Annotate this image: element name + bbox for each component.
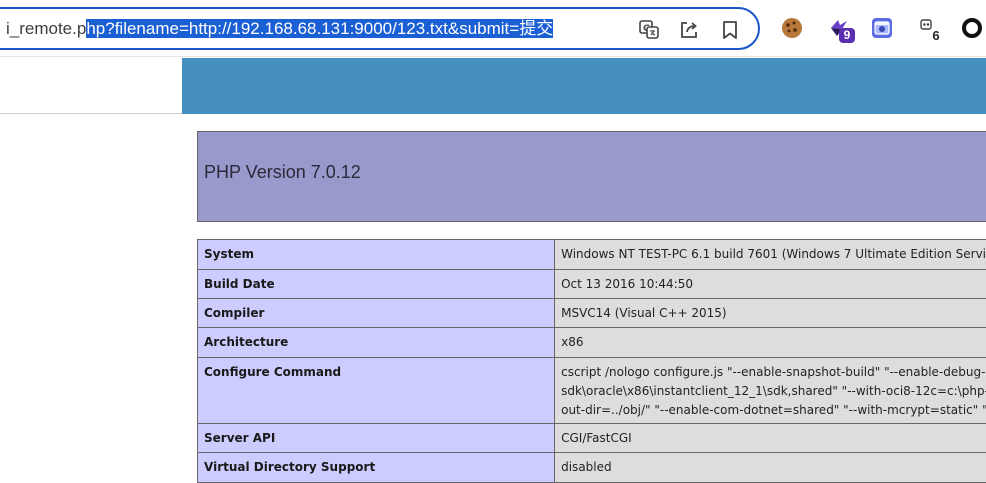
address-bar[interactable]: i_remote.php?filename=http://192.168.68.…: [0, 7, 760, 50]
row-value: CGI/FastCGI: [555, 424, 986, 453]
table-row: Server API CGI/FastCGI: [198, 424, 986, 453]
php-version-title: PHP Version 7.0.12: [204, 162, 361, 183]
php-version-header: PHP Version 7.0.12: [197, 131, 986, 222]
table-row: Configure Command cscript /nologo config…: [198, 358, 986, 424]
row-key: Build Date: [198, 270, 555, 299]
row-key: Architecture: [198, 328, 555, 358]
row-value: MSVC14 (Visual C++ 2015): [555, 299, 986, 328]
row-value: Windows NT TEST-PC 6.1 build 7601 (Windo…: [555, 240, 986, 270]
mascot-extension-icon[interactable]: 6: [917, 16, 941, 40]
url-unselected-text: i_remote.p: [6, 19, 86, 38]
value-line: CGI/FastCGI: [561, 429, 986, 448]
table-row: Compiler MSVC14 (Visual C++ 2015): [198, 299, 986, 328]
puzzle-extension-icon[interactable]: 9: [828, 16, 852, 40]
url-selected-text: hp?filename=http://192.168.68.131:9000/1…: [86, 19, 553, 38]
table-row: Build Date Oct 13 2016 10:44:50: [198, 270, 986, 299]
extension-badge-count: 6: [928, 28, 944, 43]
row-key: System: [198, 240, 555, 270]
value-line: cscript /nologo configure.js "--enable-s…: [561, 363, 986, 382]
row-key: Configure Command: [198, 358, 555, 424]
address-url[interactable]: i_remote.php?filename=http://192.168.68.…: [6, 18, 553, 40]
translate-icon[interactable]: G: [638, 19, 660, 41]
value-line: Oct 13 2016 10:44:50: [561, 275, 986, 294]
browser-toolbar: i_remote.php?filename=http://192.168.68.…: [0, 0, 986, 57]
bookmark-icon[interactable]: [719, 19, 741, 41]
value-line: out-dir=../obj/" "--enable-com-dotnet=sh…: [561, 401, 986, 420]
row-key: Virtual Directory Support: [198, 453, 555, 483]
value-line: x86: [561, 333, 986, 352]
window-extension-icon[interactable]: [870, 16, 894, 40]
table-row: System Windows NT TEST-PC 6.1 build 7601…: [198, 240, 986, 270]
table-row: Virtual Directory Support disabled: [198, 453, 986, 483]
value-line: Windows NT TEST-PC 6.1 build 7601 (Windo…: [561, 245, 986, 264]
row-value: x86: [555, 328, 986, 358]
left-divider: [0, 113, 182, 114]
row-value: disabled: [555, 453, 986, 483]
cookie-extension-icon[interactable]: [780, 16, 804, 40]
php-info-table: System Windows NT TEST-PC 6.1 build 7601…: [197, 239, 986, 483]
row-key: Compiler: [198, 299, 555, 328]
row-value: cscript /nologo configure.js "--enable-s…: [555, 358, 986, 424]
row-key: Server API: [198, 424, 555, 453]
extension-badge-count: 9: [839, 28, 855, 43]
value-line: disabled: [561, 458, 986, 477]
page-header-bar: [182, 58, 986, 114]
table-row: Architecture x86: [198, 328, 986, 358]
share-icon[interactable]: [678, 19, 700, 41]
circle-extension-icon[interactable]: [960, 16, 984, 40]
row-value: Oct 13 2016 10:44:50: [555, 270, 986, 299]
value-line: sdk\oracle\x86\instantclient_12_1\sdk,sh…: [561, 382, 986, 401]
value-line: MSVC14 (Visual C++ 2015): [561, 304, 986, 323]
